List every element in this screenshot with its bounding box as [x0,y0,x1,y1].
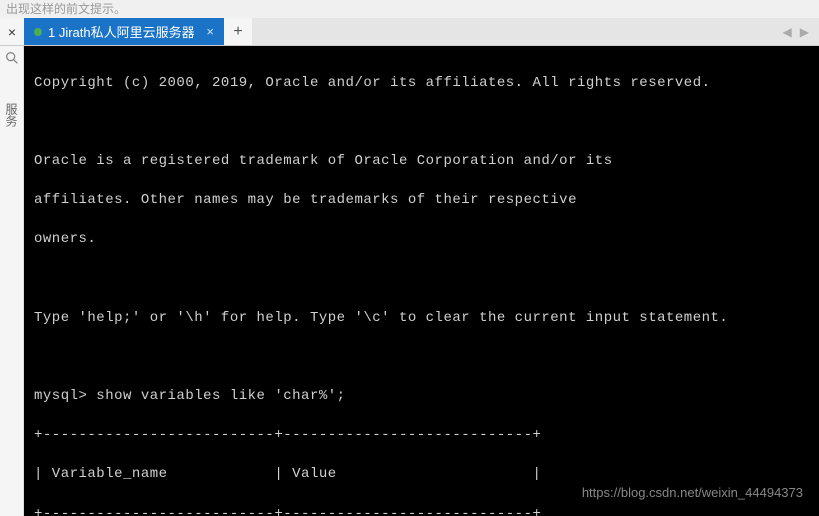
terminal-line: +--------------------------+------------… [34,426,809,446]
terminal-line: Copyright (c) 2000, 2019, Oracle and/or … [34,74,809,94]
terminal-line [34,113,809,133]
tab-close-icon[interactable]: × [206,24,214,39]
tab-bar: × 1 Jirath私人阿里云服务器 × + ◀ ▶ [0,18,819,46]
terminal-line: +--------------------------+------------… [34,505,809,516]
tab-nav-left-icon[interactable]: ◀ [783,25,792,39]
search-icon[interactable] [4,50,20,71]
status-dot-icon [34,28,42,36]
terminal-line: Oracle is a registered trademark of Orac… [34,152,809,172]
terminal-line: affiliates. Other names may be trademark… [34,191,809,211]
watermark-text: https://blog.csdn.net/weixin_44494373 [582,484,803,502]
terminal-line: Type 'help;' or '\h' for help. Type '\c'… [34,309,809,329]
tab-nav-right-icon[interactable]: ▶ [800,25,809,39]
terminal-line: owners. [34,230,809,250]
terminal-output[interactable]: Copyright (c) 2000, 2019, Oracle and/or … [24,46,819,516]
terminal-line: | Variable_name | Value | [34,465,809,485]
terminal-line [34,270,809,290]
close-icon: × [8,24,16,40]
content-row: 服务 Copyright (c) 2000, 2019, Oracle and/… [0,46,819,516]
tab-session[interactable]: 1 Jirath私人阿里云服务器 × [24,18,224,45]
terminal-line [34,348,809,368]
terminal-line: mysql> show variables like 'char%'; [34,387,809,407]
top-hint-text: 出现这样的前文提示。 [0,0,819,18]
new-tab-button[interactable]: + [224,18,252,45]
left-sidebar: 服务 [0,46,24,516]
close-panel-button[interactable]: × [0,18,24,45]
tab-nav: ◀ ▶ [783,18,819,45]
tab-label: 1 Jirath私人阿里云服务器 [48,22,195,41]
plus-icon: + [233,23,242,41]
sidebar-label[interactable]: 服务 [3,103,20,127]
